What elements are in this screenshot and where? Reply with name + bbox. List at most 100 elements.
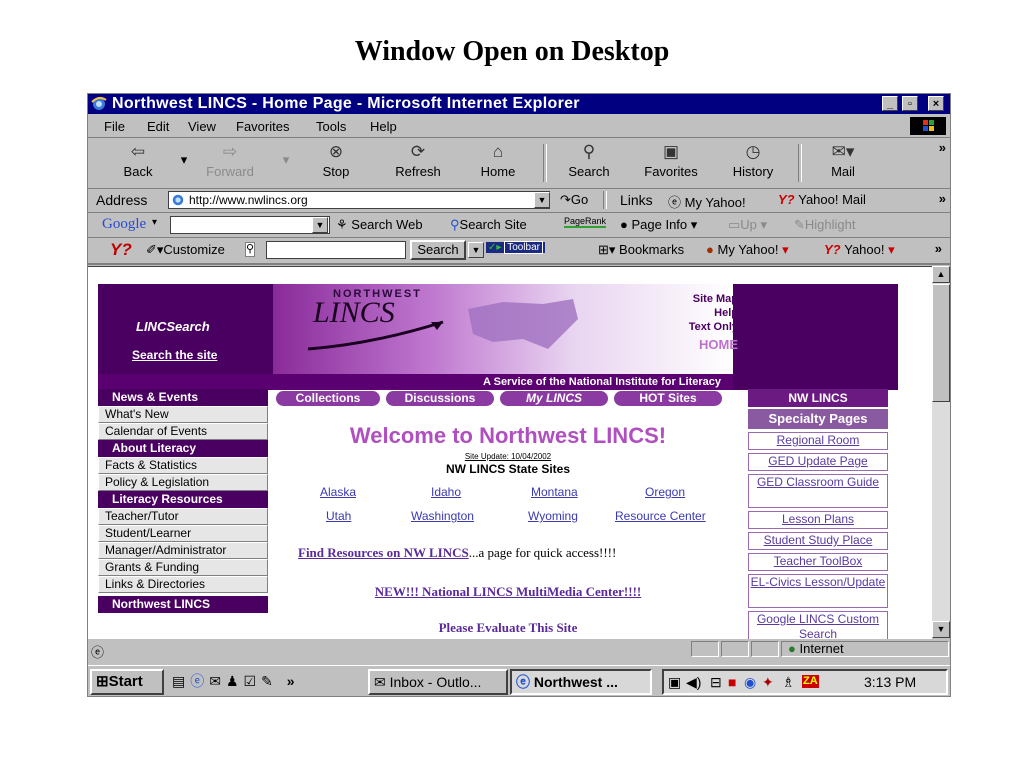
- lincsearch-logo[interactable]: LINCSearch: [136, 319, 210, 334]
- start-button[interactable]: ⊞Start: [90, 669, 164, 695]
- back-dropdown[interactable]: ▾: [178, 152, 190, 168]
- links-chevron[interactable]: »: [939, 191, 946, 206]
- toolbar-button[interactable]: ✓▸ Toolbar: [486, 241, 545, 254]
- nav-item-manager[interactable]: Manager/Administrator: [98, 542, 268, 559]
- state-link-resource-center[interactable]: Resource Center: [615, 509, 706, 523]
- search-web-button[interactable]: ⚘ Search Web: [336, 217, 423, 233]
- link-teacher-toolbox[interactable]: Teacher ToolBox: [748, 553, 888, 571]
- state-link-wyoming[interactable]: Wyoming: [528, 509, 578, 523]
- pagerank-meter[interactable]: PageRank: [564, 216, 607, 228]
- google-menu-arrow[interactable]: ▾: [152, 217, 157, 228]
- clock[interactable]: 3:13 PM: [864, 671, 916, 693]
- quick-launch-outlook-icon[interactable]: ✉: [209, 673, 226, 689]
- yahoo-search-button[interactable]: Search: [410, 240, 466, 260]
- task-northwest-ie[interactable]: ⓔ Northwest ...: [510, 669, 652, 695]
- menu-help[interactable]: Help: [370, 119, 397, 134]
- nav-header-about[interactable]: About Literacy: [98, 440, 268, 457]
- yahoo-search-dropdown[interactable]: ▼: [468, 242, 484, 258]
- quick-launch-ie-icon[interactable]: ⓔ: [190, 673, 209, 689]
- yahoo-button[interactable]: Y? Yahoo! ▾: [824, 242, 895, 258]
- nav-item-grants[interactable]: Grants & Funding: [98, 559, 268, 576]
- forward-button[interactable]: ⇨ Forward: [200, 142, 260, 179]
- tray-security-icon[interactable]: ✦: [762, 671, 774, 693]
- stop-button[interactable]: ⊗ Stop: [313, 142, 359, 179]
- tray-app-icon[interactable]: ■: [728, 671, 736, 693]
- tray-person-icon[interactable]: ♗: [782, 671, 795, 693]
- myyahoo-button[interactable]: ● My Yahoo! ▾: [706, 242, 789, 258]
- state-link-montana[interactable]: Montana: [531, 485, 578, 499]
- close-button[interactable]: ×: [928, 96, 944, 111]
- history-button[interactable]: ◷ History: [725, 142, 781, 179]
- menu-view[interactable]: View: [188, 119, 216, 134]
- back-button[interactable]: ⇦ Back: [118, 142, 158, 179]
- home-link[interactable]: HOME: [689, 338, 738, 352]
- nav-header-resources[interactable]: Literacy Resources: [98, 491, 268, 508]
- bookmarks-button[interactable]: ⊞▾ Bookmarks: [598, 242, 684, 258]
- go-button[interactable]: ↷Go: [560, 192, 588, 208]
- nav-item-links[interactable]: Links & Directories: [98, 576, 268, 593]
- state-link-alaska[interactable]: Alaska: [320, 485, 356, 499]
- quick-launch-chevron[interactable]: »: [287, 673, 295, 689]
- yahoo-search-input[interactable]: [266, 241, 406, 259]
- link-student-study-place[interactable]: Student Study Place: [748, 532, 888, 550]
- home-button[interactable]: ⌂ Home: [473, 142, 523, 179]
- nav-item-whats-new[interactable]: What's New: [98, 406, 268, 423]
- quick-launch-notes-icon[interactable]: ☑: [244, 673, 262, 689]
- state-link-washington[interactable]: Washington: [411, 509, 474, 523]
- nav-item-policy[interactable]: Policy & Legislation: [98, 474, 268, 491]
- link-regional-room[interactable]: Regional Room: [748, 432, 888, 450]
- scroll-thumb[interactable]: [932, 284, 950, 402]
- title-bar[interactable]: Northwest LINCS - Home Page - Microsoft …: [88, 94, 950, 114]
- mail-button[interactable]: ✉▾ Mail: [818, 142, 868, 179]
- forward-dropdown[interactable]: ▾: [280, 152, 292, 168]
- link-google-lincs[interactable]: Google LINCS Custom Search: [748, 611, 888, 639]
- nav-item-calendar[interactable]: Calendar of Events: [98, 423, 268, 440]
- evaluate-site-link[interactable]: Please Evaluate This Site: [273, 620, 743, 636]
- tab-discussions[interactable]: Discussions: [386, 391, 494, 406]
- menu-file[interactable]: File: [104, 119, 125, 134]
- up-button[interactable]: ▭Up ▾: [728, 217, 767, 233]
- nav-item-student[interactable]: Student/Learner: [98, 525, 268, 542]
- link-el-civics[interactable]: EL-Civics Lesson/Update: [748, 574, 888, 608]
- nav-header-northwest[interactable]: Northwest LINCS: [98, 596, 268, 613]
- address-input[interactable]: http://www.nwlincs.org: [168, 191, 550, 209]
- site-update-link[interactable]: Site Update: 10/04/2002: [273, 452, 743, 461]
- help-link[interactable]: Help: [689, 306, 738, 320]
- text-only-link[interactable]: Text Only: [689, 320, 738, 334]
- maximize-button[interactable]: ▫: [902, 96, 918, 111]
- nav-item-teacher[interactable]: Teacher/Tutor: [98, 508, 268, 525]
- favorites-button[interactable]: ▣ Favorites: [636, 142, 706, 179]
- minimize-button[interactable]: _: [882, 96, 898, 111]
- state-link-utah[interactable]: Utah: [326, 509, 351, 523]
- site-map-link[interactable]: Site Map: [689, 292, 738, 306]
- scroll-up-button[interactable]: ▲: [932, 266, 950, 283]
- yahoo-chevron[interactable]: »: [935, 241, 942, 256]
- customize-button[interactable]: ✐▾Customize: [146, 242, 225, 258]
- quick-launch-desktop-icon[interactable]: ▤: [172, 673, 190, 689]
- link-my-yahoo[interactable]: ⓔ My Yahoo!: [668, 192, 746, 211]
- multimedia-center-link[interactable]: NEW!!! National LINCS MultiMedia Center!…: [273, 584, 743, 600]
- highlight-button[interactable]: ✎Highlight: [794, 217, 856, 233]
- search-button[interactable]: ⚲ Search: [563, 142, 615, 179]
- menu-tools[interactable]: Tools: [316, 119, 346, 134]
- yahoo-search-icon[interactable]: ⚲: [245, 242, 256, 257]
- tray-volume-icon[interactable]: ◀): [686, 671, 701, 693]
- task-inbox-outlook[interactable]: ✉ Inbox - Outlo...: [368, 669, 508, 695]
- refresh-button[interactable]: ⟳ Refresh: [388, 142, 448, 179]
- link-ged-update[interactable]: GED Update Page: [748, 453, 888, 471]
- yahoo-logo[interactable]: Y?: [110, 240, 132, 260]
- search-site-button[interactable]: ⚲Search Site: [450, 217, 527, 233]
- address-dropdown[interactable]: ▼: [534, 192, 550, 208]
- tab-hot-sites[interactable]: HOT Sites: [614, 391, 722, 406]
- nav-item-facts[interactable]: Facts & Statistics: [98, 457, 268, 474]
- google-search-dropdown[interactable]: ▼: [312, 217, 328, 233]
- quick-launch-app-icon[interactable]: ✎: [261, 673, 278, 689]
- find-resources-link[interactable]: Find Resources on NW LINCS: [298, 545, 469, 560]
- link-ged-classroom-guide[interactable]: GED Classroom Guide: [748, 474, 888, 508]
- menu-favorites[interactable]: Favorites: [236, 119, 289, 134]
- state-link-idaho[interactable]: Idaho: [431, 485, 461, 499]
- zonealarm-icon[interactable]: ZA: [802, 675, 819, 688]
- vertical-scrollbar[interactable]: ▲ ▼: [932, 266, 950, 638]
- tray-globe-icon[interactable]: ◉: [744, 671, 756, 693]
- link-lesson-plans[interactable]: Lesson Plans: [748, 511, 888, 529]
